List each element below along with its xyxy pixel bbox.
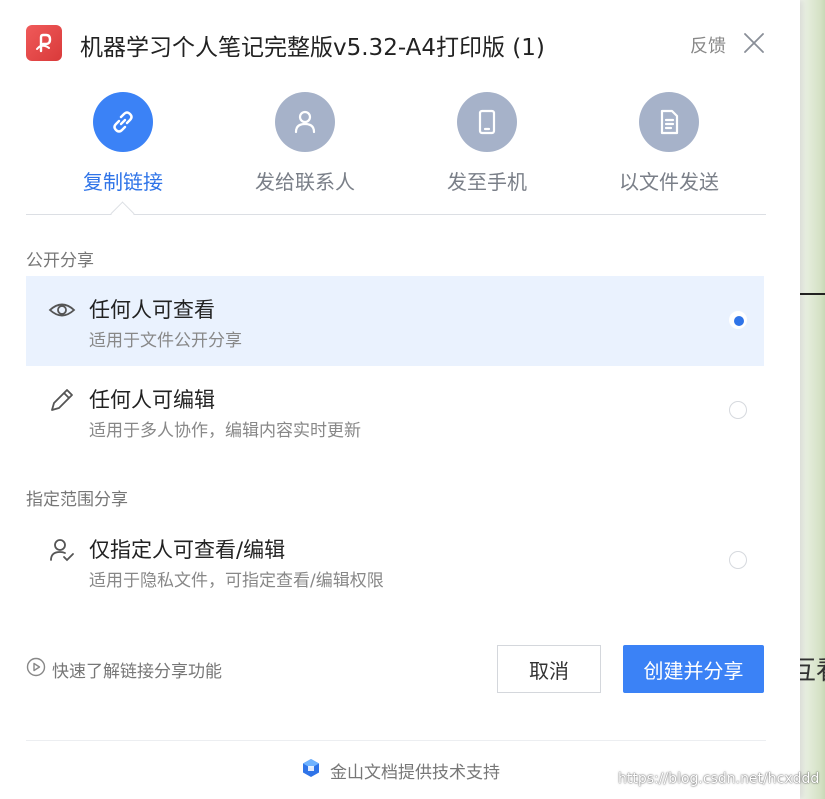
- footer-divider: [26, 740, 766, 741]
- help-link[interactable]: 快速了解链接分享功能: [26, 657, 222, 682]
- option-title: 任何人可查看: [89, 298, 215, 322]
- radio-specified-people[interactable]: [729, 551, 747, 569]
- help-link-label: 快速了解链接分享功能: [52, 662, 222, 682]
- kdocs-logo-icon: [300, 757, 322, 784]
- tab-label: 发至手机: [447, 170, 527, 194]
- background-rule: [800, 293, 825, 295]
- radio-anyone-can-view[interactable]: [729, 311, 747, 329]
- create-and-share-button[interactable]: 创建并分享: [623, 645, 764, 693]
- option-description: 适用于隐私文件，可指定查看/编辑权限: [89, 571, 384, 591]
- section-title-public: 公开分享: [26, 251, 94, 271]
- section-title-restricted: 指定范围分享: [26, 490, 128, 510]
- powered-by-label: 金山文档提供技术支持: [330, 763, 500, 783]
- dialog-title: 机器学习个人笔记完整版v5.32-A4打印版 (1): [80, 35, 545, 61]
- tab-send-to-phone[interactable]: 发至手机: [397, 92, 577, 195]
- file-icon: [639, 92, 699, 152]
- user-check-icon: [48, 536, 76, 564]
- tab-label: 发给联系人: [255, 170, 355, 194]
- phone-icon: [457, 92, 517, 152]
- radio-anyone-can-edit[interactable]: [729, 401, 747, 419]
- option-title: 任何人可编辑: [89, 388, 215, 412]
- close-icon[interactable]: [743, 32, 765, 54]
- option-specified-people[interactable]: 仅指定人可查看/编辑 适用于隐私文件，可指定查看/编辑权限: [26, 516, 764, 606]
- active-tab-indicator: [110, 201, 135, 226]
- cancel-button[interactable]: 取消: [497, 645, 601, 693]
- tab-send-to-contact[interactable]: 发给联系人: [215, 92, 395, 195]
- link-icon: [93, 92, 153, 152]
- tabs-divider: [26, 214, 766, 215]
- play-circle-icon: [26, 657, 46, 682]
- feedback-link[interactable]: 反馈: [690, 32, 726, 58]
- tab-label: 以文件发送: [619, 170, 719, 194]
- pdf-icon: [26, 25, 62, 61]
- option-anyone-can-edit[interactable]: 任何人可编辑 适用于多人协作，编辑内容实时更新: [26, 366, 764, 456]
- option-title: 仅指定人可查看/编辑: [89, 538, 286, 562]
- option-description: 适用于文件公开分享: [89, 331, 242, 351]
- tab-send-as-file[interactable]: 以文件发送: [579, 92, 759, 195]
- tab-label: 复制链接: [83, 170, 163, 194]
- option-anyone-can-view[interactable]: 任何人可查看 适用于文件公开分享: [26, 276, 764, 366]
- share-dialog: 机器学习个人笔记完整版v5.32-A4打印版 (1) 反馈 复制链接 发给联系人…: [0, 0, 800, 799]
- watermark: https://blog.csdn.net/hcxddd: [618, 771, 820, 787]
- contact-icon: [275, 92, 335, 152]
- option-description: 适用于多人协作，编辑内容实时更新: [89, 421, 361, 441]
- eye-icon: [48, 296, 76, 324]
- tab-copy-link[interactable]: 复制链接: [33, 92, 213, 195]
- pencil-icon: [48, 386, 76, 414]
